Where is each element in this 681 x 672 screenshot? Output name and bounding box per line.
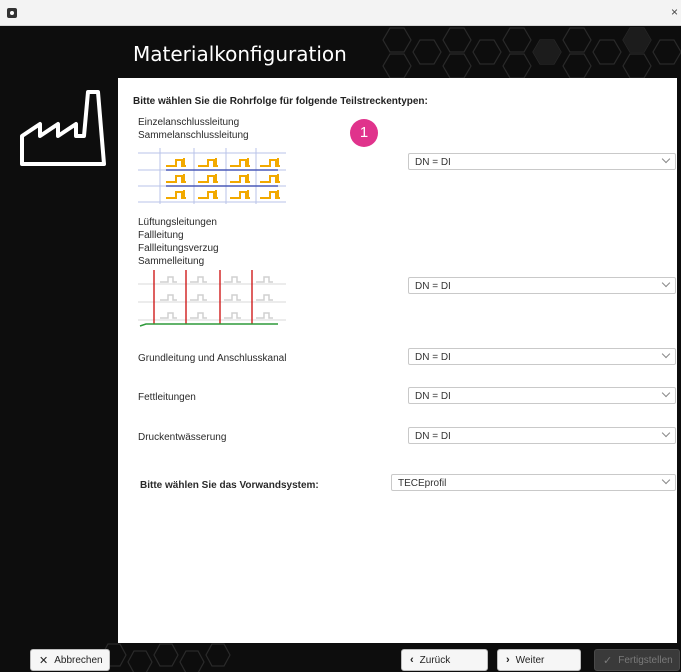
pipe-sequence-dropdown-5[interactable]: DN = DI [408, 427, 676, 444]
window-close-button[interactable]: × [671, 5, 681, 19]
section-label: Fettleitungen [138, 392, 196, 403]
cancel-button[interactable]: ✕ Abbrechen [30, 649, 110, 671]
back-button-label: Zurück [419, 654, 451, 666]
pipe-sequence-dropdown-4[interactable]: DN = DI [408, 387, 676, 404]
dropdown-value: DN = DI [415, 391, 451, 402]
next-button-label: Weiter [515, 654, 545, 666]
factory-icon [20, 90, 106, 166]
pipe-sequence-dropdown-3[interactable]: DN = DI [408, 348, 676, 365]
checkmark-icon: ✓ [603, 654, 613, 667]
cancel-button-label: Abbrechen [54, 654, 103, 666]
wizard-header: Materialkonfiguration [0, 26, 681, 78]
app-logo-icon [7, 8, 17, 18]
window-titlebar: × [0, 0, 681, 26]
finish-button-label: Fertigstellen [618, 654, 673, 666]
dropdown-value: DN = DI [415, 157, 451, 168]
chevron-left-icon: ‹ [410, 654, 414, 666]
pipe-sequence-dropdown-2[interactable]: DN = DI [408, 277, 676, 294]
hexagon-pattern-decoration [101, 643, 231, 672]
chevron-down-icon [661, 475, 671, 485]
page-title: Materialkonfiguration [133, 42, 347, 66]
section-2-labels: Lüftungsleitungen Fallleitung Fallleitun… [138, 216, 219, 268]
section-label: Einzelanschlussleitung [138, 117, 240, 128]
chevron-down-icon [661, 154, 671, 164]
section-heading: Bitte wählen Sie die Rohrfolge für folge… [133, 96, 428, 107]
chevron-down-icon [661, 349, 671, 359]
back-button[interactable]: ‹ Zurück [401, 649, 488, 671]
section-label: Grundleitung und Anschlusskanal [138, 353, 287, 364]
chevron-right-icon: › [506, 654, 510, 666]
right-frame [677, 78, 681, 643]
chevron-down-icon [661, 388, 671, 398]
section-label: Fallleitung [138, 230, 184, 241]
next-button[interactable]: › Weiter [497, 649, 581, 671]
hexagon-pattern-decoration [382, 27, 681, 78]
chevron-down-icon [661, 428, 671, 438]
dropdown-value: TECEprofil [398, 478, 447, 489]
chevron-down-icon [661, 278, 671, 288]
sidebar [0, 78, 118, 643]
dropdown-value: DN = DI [415, 431, 451, 442]
wall-system-dropdown[interactable]: TECEprofil [391, 474, 676, 491]
section-1-labels: Einzelanschlussleitung Sammelanschlussle… [138, 116, 249, 142]
content-panel: Bitte wählen Sie die Rohrfolge für folge… [118, 78, 677, 643]
section-label: Lüftungsleitungen [138, 217, 217, 228]
dropdown-value: DN = DI [415, 281, 451, 292]
system-label: Bitte wählen Sie das Vorwandsystem: [140, 480, 319, 491]
section-label: Sammelleitung [138, 256, 205, 267]
step-badge: 1 [350, 119, 378, 147]
finish-button[interactable]: ✓ Fertigstellen [594, 649, 680, 671]
pipe-diagram-stacks [138, 270, 286, 327]
section-label: Sammelanschlussleitung [138, 130, 249, 141]
wizard-footer: ✕ Abbrechen ‹ Zurück › Weiter ✓ Fertigst… [0, 643, 681, 672]
section-label: Fallleitungsverzug [138, 243, 219, 254]
close-icon: ✕ [39, 654, 49, 667]
pipe-sequence-dropdown-1[interactable]: DN = DI [408, 153, 676, 170]
pipe-diagram-connections [138, 148, 286, 204]
section-label: Druckentwässerung [138, 432, 227, 443]
dropdown-value: DN = DI [415, 352, 451, 363]
